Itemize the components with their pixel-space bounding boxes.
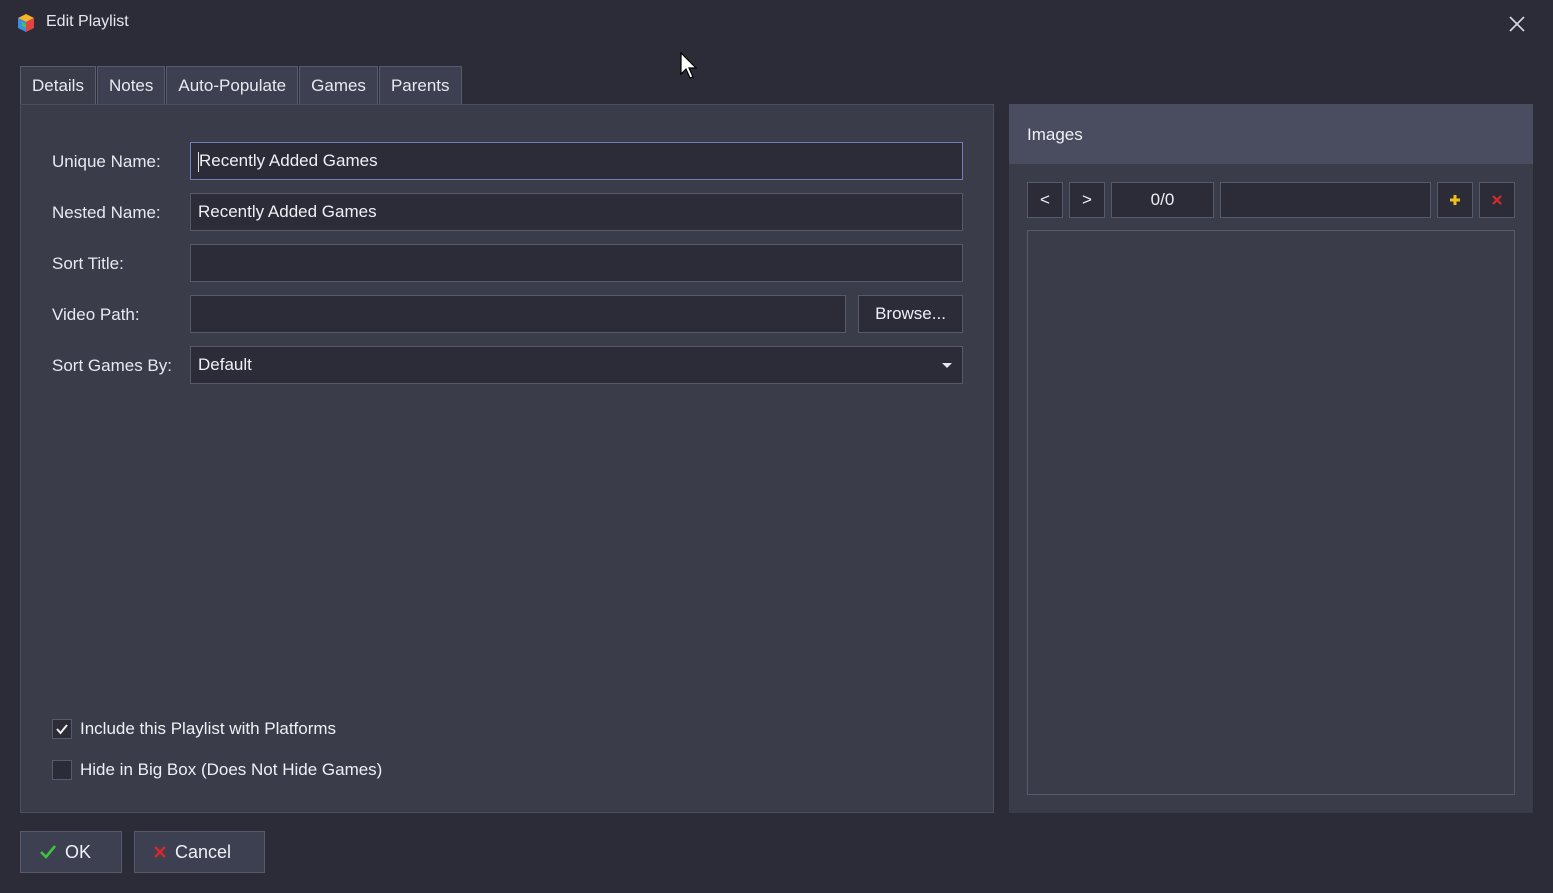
image-type-field[interactable] [1220,182,1431,218]
cancel-label: Cancel [175,841,232,862]
hide-in-big-box-checkbox[interactable] [52,760,72,780]
image-preview-area [1027,230,1515,795]
details-panel: Unique Name: Recently Added Games Nested… [20,104,994,813]
window-title: Edit Playlist [46,13,129,30]
images-header: Images [1009,104,1533,164]
sort-games-by-label: Sort Games By: [52,356,172,375]
include-with-platforms-checkbox[interactable] [52,719,72,739]
previous-image-button[interactable]: < [1027,182,1063,218]
nested-name-input[interactable]: Recently Added Games [190,193,963,231]
unique-name-value: Recently Added Games [199,151,378,170]
image-counter: 0/0 [1111,182,1214,218]
unique-name-label: Unique Name: [52,152,161,171]
browse-button[interactable]: Browse... [858,295,963,333]
ok-label: OK [65,841,92,862]
cancel-button[interactable]: Cancel [134,831,265,873]
tab-notes[interactable]: Notes [96,66,166,104]
delete-image-button[interactable] [1479,182,1515,218]
nested-name-label: Nested Name: [52,203,161,222]
sort-title-input[interactable] [190,244,963,282]
close-icon [1509,16,1525,32]
include-with-platforms-label: Include this Playlist with Platforms [80,719,337,738]
tab-parents[interactable]: Parents [378,66,462,104]
include-with-platforms-checkbox-row[interactable]: Include this Playlist with Platforms [52,719,336,739]
next-image-button[interactable]: > [1069,182,1105,218]
ok-button[interactable]: OK [20,831,122,873]
unique-name-input[interactable]: Recently Added Games [190,142,963,180]
chevron-down-icon [942,363,952,368]
launchbox-logo-icon [16,13,36,33]
tab-games[interactable]: Games [299,66,378,104]
plus-icon [1450,195,1460,205]
delete-x-icon [1492,195,1502,205]
video-path-input[interactable] [190,295,846,333]
checkmark-icon [56,724,68,735]
hide-in-big-box-label: Hide in Big Box (Does Not Hide Games) [80,760,383,779]
tab-details[interactable]: Details [20,66,96,105]
mouse-cursor-icon [680,51,700,85]
sort-games-by-value: Default [198,355,252,374]
images-panel: Images < > 0/0 [1009,104,1533,813]
add-image-button[interactable] [1437,182,1473,218]
sort-title-label: Sort Title: [52,254,124,273]
images-title: Images [1027,125,1083,144]
close-button[interactable] [1500,8,1534,40]
video-path-label: Video Path: [52,305,140,324]
tab-auto-populate[interactable]: Auto-Populate [166,66,299,104]
cancel-x-icon [153,845,167,859]
title-bar: Edit Playlist [0,0,1553,48]
sort-games-by-select[interactable]: Default [190,346,963,384]
tab-strip: Details Notes Auto-Populate Games Parent… [20,66,463,105]
hide-in-big-box-checkbox-row[interactable]: Hide in Big Box (Does Not Hide Games) [52,760,382,780]
checkmark-icon [39,844,57,860]
